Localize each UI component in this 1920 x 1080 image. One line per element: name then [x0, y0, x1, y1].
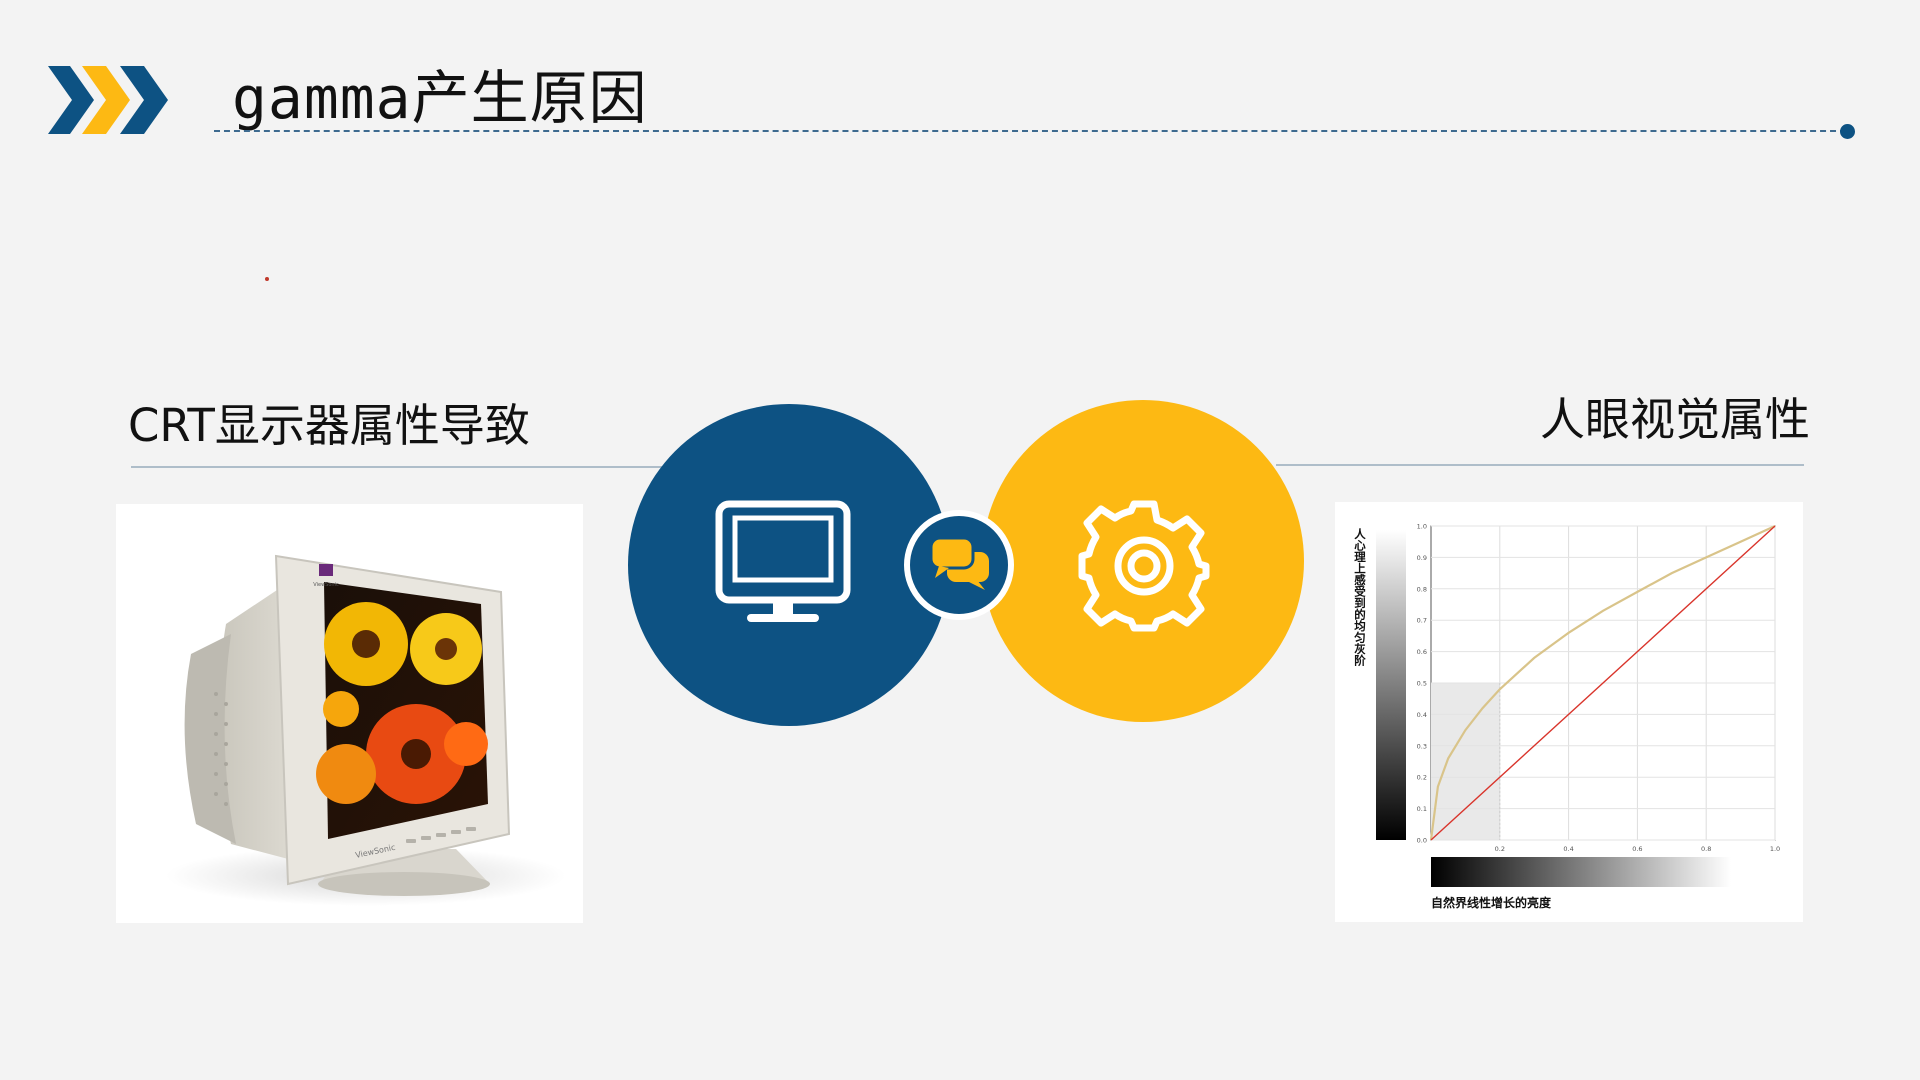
x-tick-label: 0.4	[1563, 845, 1573, 853]
y-tick-label: 0.3	[1417, 742, 1427, 750]
x-tick-label: 0.6	[1632, 845, 1642, 853]
monitor-icon	[715, 500, 851, 622]
chat-bubbles-icon	[929, 536, 989, 590]
highlight-region	[1431, 683, 1500, 840]
title-divider-dot	[1840, 124, 1855, 139]
crt-monitor-image: ViewSonic ViewSonic	[116, 504, 583, 923]
gamma-curve-chart: 0.2 0.4 0.6 0.8 1.0 0.0 0.1 0.2 0.3 0.4 0.5 0.6 0.7 0…	[1335, 502, 1803, 922]
title-divider	[214, 130, 1846, 132]
stray-dot	[265, 277, 269, 281]
x-tick-label: 0.8	[1701, 845, 1711, 853]
y-tick-label: 0.0	[1417, 837, 1427, 845]
x-tick-label: 1.0	[1770, 845, 1780, 853]
right-heading: 人眼视觉属性	[1539, 393, 1810, 446]
x-tick-label: 0.2	[1495, 845, 1505, 853]
chart-ylabel: 人心理上感受到的均匀灰阶	[1353, 528, 1367, 666]
slide-title: gamma产生原因	[232, 64, 648, 132]
y-tick-label: 0.7	[1417, 617, 1427, 625]
y-tick-label: 0.2	[1417, 774, 1427, 782]
chart-svg: 0.2 0.4 0.6 0.8 1.0 0.0 0.1 0.2 0.3 0.4 0.5 0.6 0.7 0…	[1376, 523, 1780, 887]
horizontal-gray-ramp	[1431, 857, 1731, 887]
crt-brand-badge: ViewSonic	[313, 582, 339, 588]
crt-monitor-illustration: ViewSonic ViewSonic	[166, 554, 566, 906]
left-heading-rule	[131, 466, 671, 468]
y-tick-label: 0.1	[1417, 805, 1427, 813]
y-tick-label: 0.5	[1417, 680, 1427, 688]
y-tick-label: 0.4	[1417, 711, 1427, 719]
y-tick-label: 0.8	[1417, 585, 1427, 593]
y-tick-label: 0.9	[1417, 554, 1427, 562]
right-heading-rule	[1276, 464, 1804, 466]
left-heading: CRT显示器属性导致	[128, 399, 530, 452]
chevron-icon	[48, 66, 168, 134]
gear-icon	[1078, 500, 1210, 632]
vertical-gray-ramp	[1376, 530, 1406, 840]
y-tick-label: 0.6	[1417, 648, 1427, 656]
y-tick-label: 1.0	[1417, 523, 1427, 531]
chart-xlabel: 自然界线性增长的亮度	[1431, 896, 1552, 910]
